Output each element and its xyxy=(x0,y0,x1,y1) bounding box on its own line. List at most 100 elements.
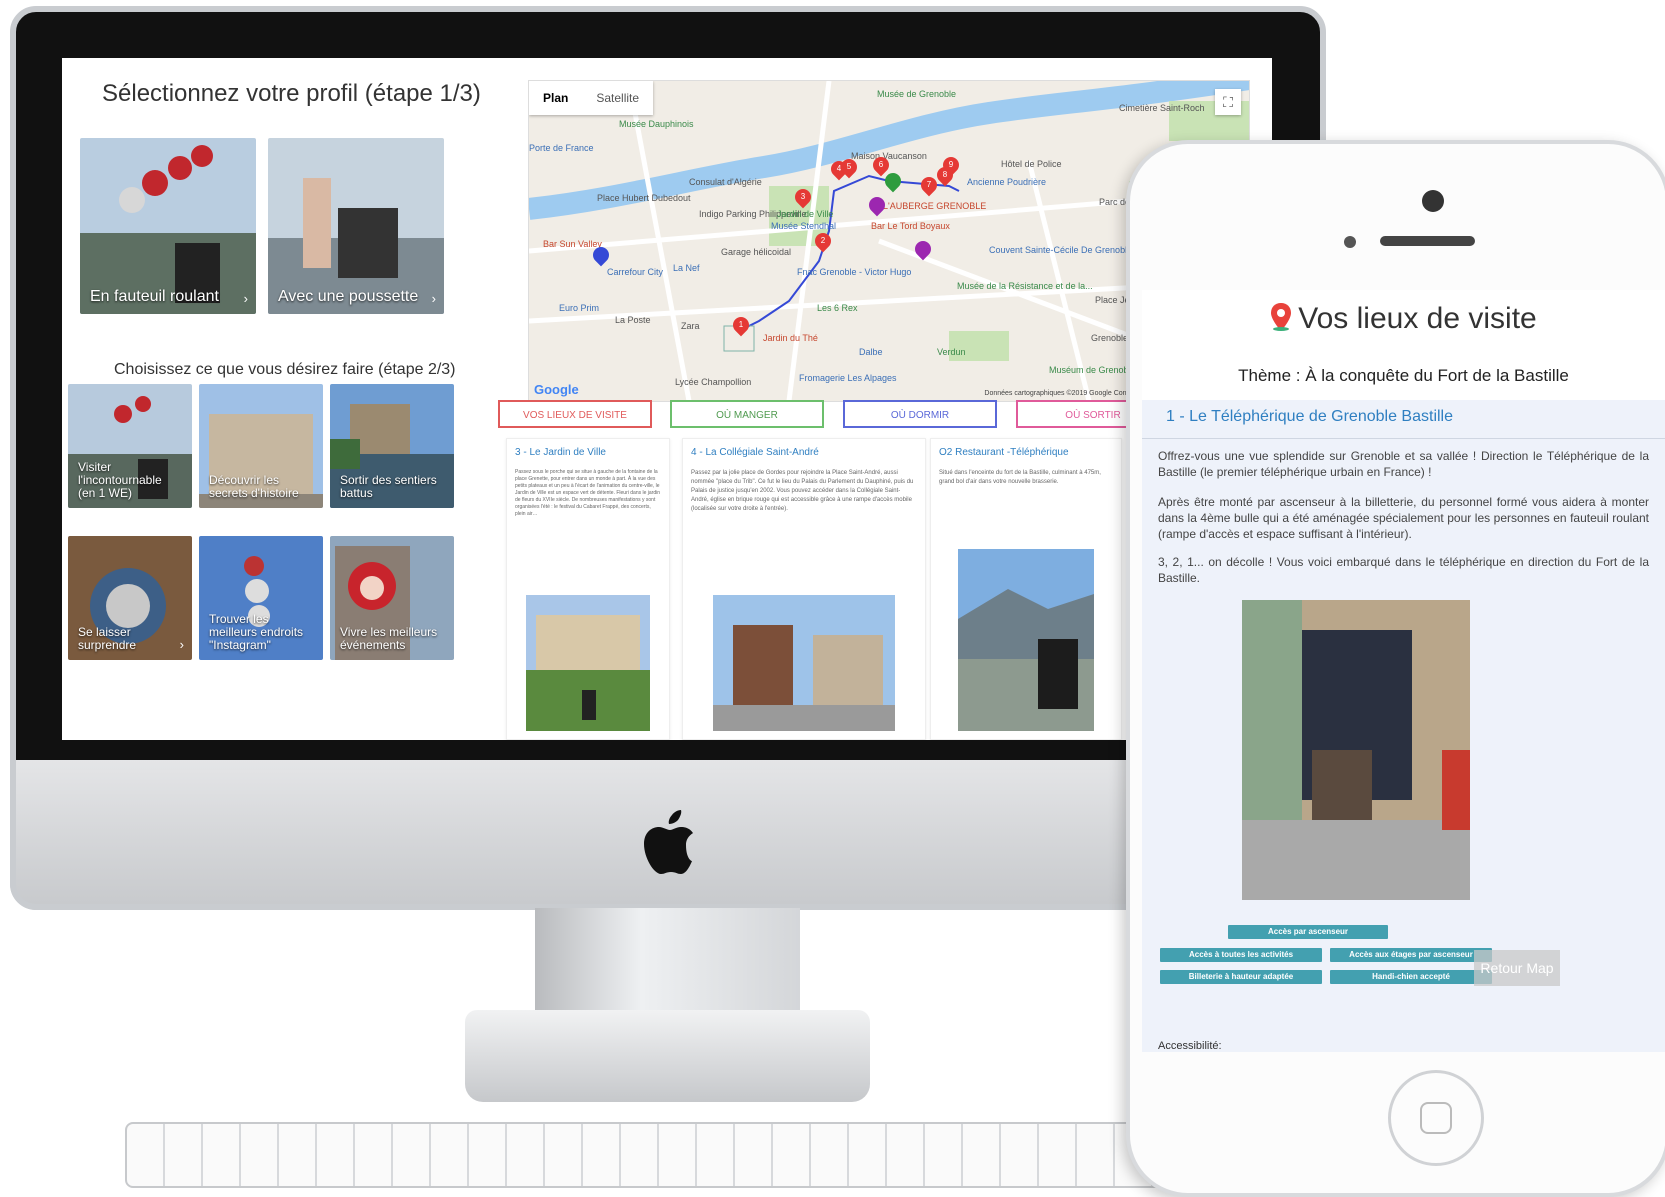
activity-label: Sortir des sentiers battus xyxy=(340,473,437,500)
map-label: Dalbe xyxy=(859,347,883,357)
tab-plan[interactable]: Plan xyxy=(529,81,582,115)
activity-sentiers[interactable]: Sortir des sentiers battus xyxy=(330,384,454,508)
profile-wheelchair-label: En fauteuil roulant xyxy=(90,288,219,305)
map-label: Bar Sun Valley xyxy=(543,239,602,249)
mobile-theme: Thème : À la conquête du Fort de la Bast… xyxy=(1238,366,1569,385)
keyboard xyxy=(125,1122,1210,1188)
map-label: Musée de la Résistance et de la... xyxy=(957,281,1093,291)
card-photo xyxy=(526,595,650,731)
activity-label: Découvrir les secrets d'histoire xyxy=(209,473,299,500)
mobile-header: Vos lieux de visite Thème : À la conquêt… xyxy=(1142,290,1665,390)
imac-stand-neck xyxy=(535,908,800,1026)
retour-map-button[interactable]: Retour Map xyxy=(1474,950,1560,986)
accessibility-label: Accessibilité: xyxy=(1158,1040,1222,1052)
step2-title: Choisissez ce que vous désirez faire (ét… xyxy=(114,361,456,378)
chevron-right-icon: › xyxy=(179,637,184,652)
map-label: Musée Stendhal xyxy=(771,221,837,231)
card-photo xyxy=(713,595,895,731)
fullscreen-icon[interactable]: ⛶ xyxy=(1215,89,1241,115)
nav-visite-button[interactable]: VOS LIEUX DE VISITE xyxy=(498,400,652,428)
map-pin-5[interactable]: 5 xyxy=(837,155,861,179)
map-label: Fromagerie Les Alpages xyxy=(799,373,897,383)
activity-evenements[interactable]: Vivre les meilleurs événements xyxy=(330,536,454,660)
tab-satellite[interactable]: Satellite xyxy=(582,81,653,115)
mobile-title: Vos lieux de visite xyxy=(1142,302,1665,336)
phone-sensor xyxy=(1344,236,1356,248)
profile-stroller-label: Avec une poussette xyxy=(278,288,419,305)
card-text: Passez sous le porche qui se situe à gau… xyxy=(515,469,660,517)
activity-surprendre[interactable]: Se laisser surprendre › xyxy=(68,536,192,660)
map-pin-9[interactable]: 9 xyxy=(939,153,963,177)
map-label: Lycée Champollion xyxy=(675,377,752,387)
mobile-title-text: Vos lieux de visite xyxy=(1298,302,1537,335)
paragraph: Après être monté par ascenseur à la bill… xyxy=(1158,495,1649,541)
map-label: La Nef xyxy=(673,263,700,273)
map-pin-2[interactable]: 2 xyxy=(811,229,835,253)
accessibility-badge: Accès par ascenseur xyxy=(1228,925,1388,939)
nav-manger-button[interactable]: OÙ MANGER xyxy=(670,400,824,428)
place-card[interactable]: 3 - Le Jardin de Ville Passez sous le po… xyxy=(506,438,670,740)
paragraph: 3, 2, 1... on décolle ! Vous voici embar… xyxy=(1158,555,1649,585)
apple-logo-icon xyxy=(644,810,693,874)
step1-title: Sélectionnez votre profil (étape 1/3) xyxy=(102,80,481,107)
card-title: 3 - Le Jardin de Ville xyxy=(515,447,606,458)
map-label: Ancienne Poudrière xyxy=(967,177,1047,187)
chevron-right-icon: › xyxy=(243,291,248,306)
activity-instagram[interactable]: Trouver les meilleurs endroits "Instagra… xyxy=(199,536,323,660)
map-label: Hôtel de Police xyxy=(1001,159,1062,169)
map-label: La Poste xyxy=(615,315,651,325)
place-card[interactable]: 4 - La Collégiale Saint-André Passez par… xyxy=(682,438,926,740)
activity-label: Visiter l'incontournable (en 1 WE) xyxy=(78,460,162,500)
map-label: Verdun xyxy=(937,347,966,357)
card-text: Situé dans l'enceinte du fort de la Bast… xyxy=(939,470,1101,485)
map-pin-1[interactable]: 1 xyxy=(729,313,753,337)
map-label: Consulat d'Algérie xyxy=(689,177,762,187)
map-label: Zara xyxy=(681,321,700,331)
activity-label: Trouver les meilleurs endroits "Instagra… xyxy=(209,612,304,652)
map-pin-3[interactable]: 3 xyxy=(791,185,815,209)
map-label: Muséum de Grenoble xyxy=(1049,365,1136,375)
divider xyxy=(1142,438,1665,439)
accessibility-badge: Accès aux étages par ascenseur xyxy=(1330,948,1492,962)
step-title[interactable]: 1 - Le Téléphérique de Grenoble Bastille xyxy=(1166,408,1453,426)
home-button-icon xyxy=(1420,1102,1452,1134)
desktop-screen: Sélectionnez votre profil (étape 1/3) En… xyxy=(62,58,1272,740)
card-photo xyxy=(958,549,1094,731)
cable-car-photo xyxy=(1242,600,1470,900)
accessibility-badge: Accès à toutes les activités xyxy=(1160,948,1322,962)
accessibility-badge: Billeterie à hauteur adaptée xyxy=(1160,970,1322,984)
map-label: Jardin du Thé xyxy=(763,333,818,343)
card-text: Passez par la jolie place de Gordes pour… xyxy=(691,470,914,512)
profile-wheelchair[interactable]: En fauteuil roulant › xyxy=(80,138,256,314)
place-card[interactable]: O2 Restaurant -Téléphérique Situé dans l… xyxy=(930,438,1122,740)
map-label: Musée Dauphinois xyxy=(619,119,694,129)
chevron-right-icon: › xyxy=(431,291,436,306)
map-label: Jardin de Ville xyxy=(777,209,834,219)
card-title: O2 Restaurant -Téléphérique xyxy=(939,447,1069,458)
activity-secrets[interactable]: Découvrir les secrets d'histoire xyxy=(199,384,323,508)
activity-incontournable[interactable]: Visiter l'incontournable (en 1 WE) xyxy=(68,384,192,508)
mobile-screen: Vos lieux de visite Thème : À la conquêt… xyxy=(1142,290,1665,1052)
nav-dormir-button[interactable]: OÙ DORMIR xyxy=(843,400,997,428)
phone-camera xyxy=(1422,190,1444,212)
imac-stand-foot xyxy=(465,1010,870,1102)
map-label: Porte de France xyxy=(529,143,594,153)
map-label: Fnac Grenoble - Victor Hugo xyxy=(797,267,912,277)
activity-label: Se laisser surprendre xyxy=(78,625,137,652)
profile-stroller[interactable]: Avec une poussette › xyxy=(268,138,444,314)
carousel-photo[interactable]: › xyxy=(1242,600,1470,900)
google-logo: Google xyxy=(534,382,579,397)
accessibility-badge: Handi-chien accepté xyxy=(1330,970,1492,984)
map-label: Bar Le Tord Boyaux xyxy=(871,221,950,231)
map-label: L'AUBERGE GRENOBLE xyxy=(883,201,987,211)
location-pin-icon xyxy=(1271,303,1292,331)
map-label: Les 6 Rex xyxy=(817,303,858,313)
map-label: Garage hélicoidal xyxy=(721,247,792,257)
map-label: Euro Prim xyxy=(559,303,600,313)
activity-label: Vivre les meilleurs événements xyxy=(340,625,438,652)
card-title: 4 - La Collégiale Saint-André xyxy=(691,447,819,458)
paragraph: Offrez-vous une vue splendide sur Grenob… xyxy=(1158,449,1649,479)
map-label: Musée de Grenoble xyxy=(877,89,957,99)
phone-speaker xyxy=(1380,236,1475,246)
map-label: Cimetière Saint-Roch xyxy=(1119,103,1205,113)
